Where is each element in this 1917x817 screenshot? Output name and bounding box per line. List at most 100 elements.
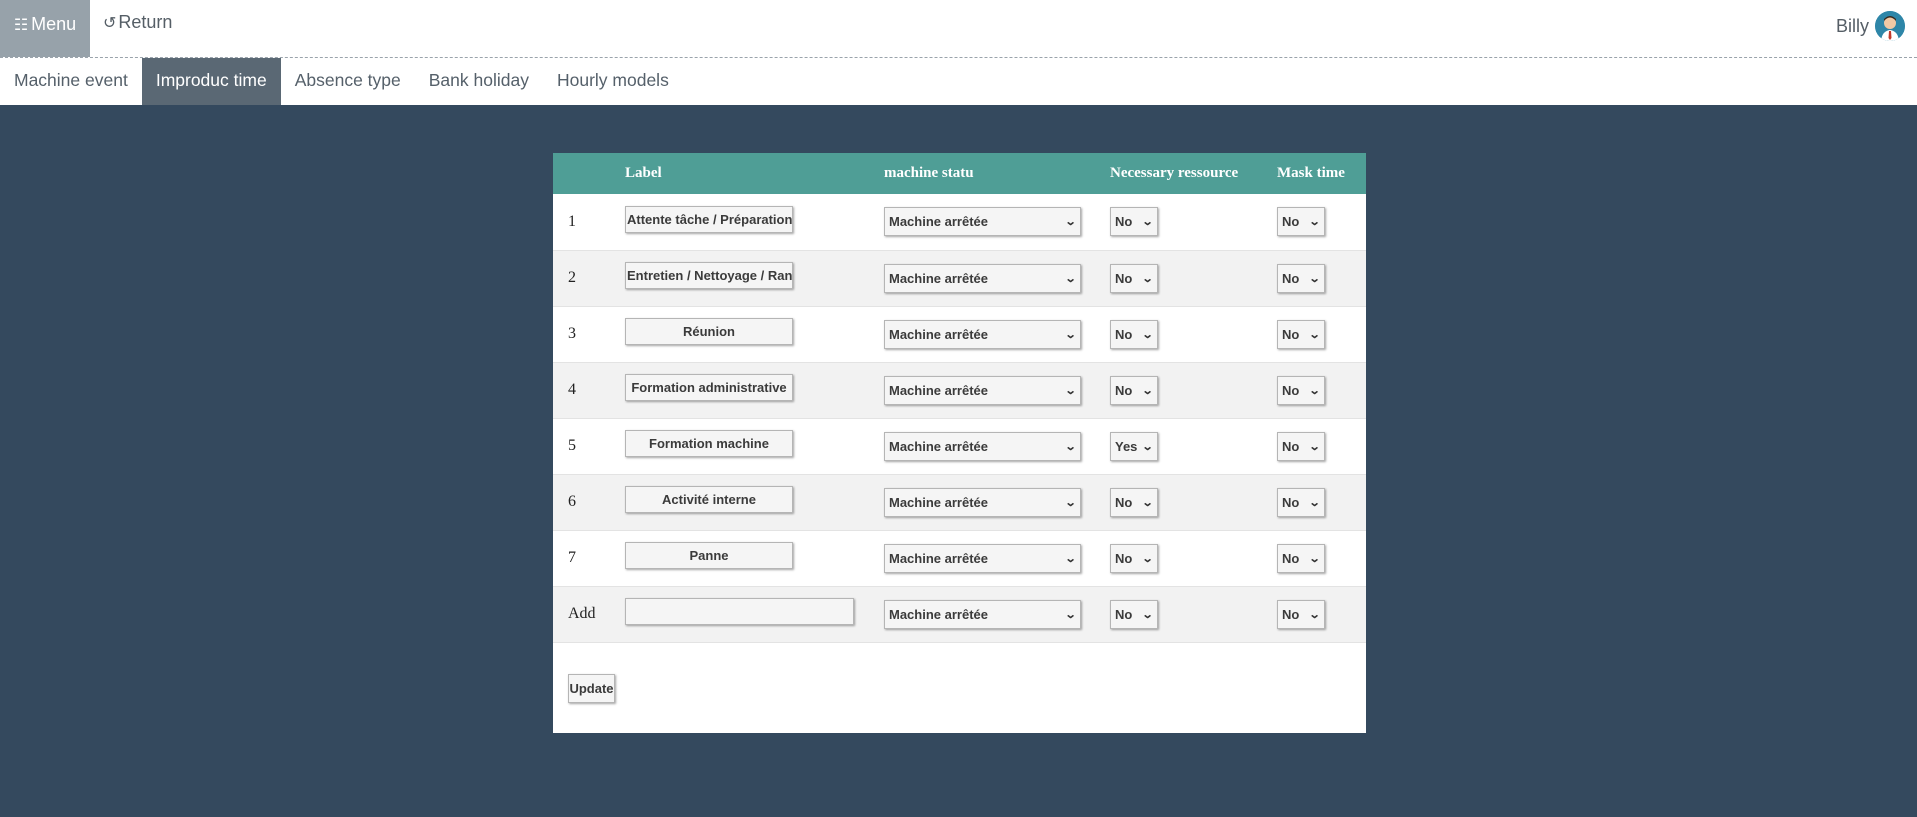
label-input[interactable]: Attente tâche / Préparation <box>625 205 793 233</box>
chevron-down-icon: ⌄ <box>1141 440 1154 453</box>
ressource-value: No <box>1115 494 1133 510</box>
table-row: 1 Attente tâche / Préparation Machine ar… <box>553 194 1366 250</box>
chevron-down-icon: ⌄ <box>1308 328 1321 341</box>
menu-button[interactable]: ☷ Menu <box>0 0 90 57</box>
ressource-value: No <box>1115 270 1133 286</box>
menu-label: Menu <box>31 14 77 34</box>
label-input[interactable]: Activité interne <box>625 486 793 513</box>
machine-status-select[interactable]: Machine arrêtée ⌄ <box>884 263 1081 293</box>
chevron-down-icon: ⌄ <box>1141 496 1154 509</box>
necessary-ressource-select[interactable]: No ⌄ <box>1110 375 1158 405</box>
mask-time-select[interactable]: No ⌄ <box>1277 263 1325 293</box>
machine-status-select[interactable]: Machine arrêtée ⌄ <box>884 543 1081 573</box>
chevron-down-icon: ⌄ <box>1141 552 1154 565</box>
row-number: 1 <box>568 212 576 230</box>
machine-status-select[interactable]: Machine arrêtée ⌄ <box>884 375 1081 405</box>
chevron-down-icon: ⌄ <box>1064 384 1077 397</box>
table-row: 3 Réunion Machine arrêtée ⌄ No ⌄ No ⌄ <box>553 306 1366 362</box>
tab-absence-type[interactable]: Absence type <box>281 58 415 105</box>
user-menu[interactable]: Billy <box>1836 10 1905 42</box>
ressource-value: Yes <box>1115 438 1138 454</box>
necessary-ressource-select[interactable]: No ⌄ <box>1110 487 1158 517</box>
chevron-down-icon: ⌄ <box>1308 272 1321 285</box>
label-input[interactable]: Entretien / Nettoyage / Rangement <box>625 262 793 289</box>
table-row: 4 Formation administrative Machine arrêt… <box>553 362 1366 418</box>
chevron-down-icon: ⌄ <box>1308 496 1321 509</box>
table-row: 7 Panne Machine arrêtée ⌄ No ⌄ No ⌄ <box>553 530 1366 586</box>
machine-status-value: Machine arrêtée <box>889 550 988 566</box>
mask-time-value: No <box>1282 438 1300 454</box>
necessary-ressource-select[interactable]: No ⌄ <box>1110 543 1158 573</box>
necessary-ressource-select[interactable]: No ⌄ <box>1110 263 1158 293</box>
machine-status-select[interactable]: Machine arrêtée ⌄ <box>884 431 1081 461</box>
label-input[interactable]: Formation administrative <box>625 374 793 401</box>
user-name: Billy <box>1835 15 1869 36</box>
update-button[interactable]: Update <box>568 674 615 703</box>
tab-bank-holiday[interactable]: Bank holiday <box>415 58 543 105</box>
tab-hourly-models[interactable]: Hourly models <box>543 58 683 105</box>
chevron-down-icon: ⌄ <box>1141 608 1154 621</box>
chevron-down-icon: ⌄ <box>1064 496 1077 509</box>
new-mask-time-select[interactable]: No ⌄ <box>1277 599 1325 629</box>
ressource-value: No <box>1115 606 1133 622</box>
new-necessary-ressource-select[interactable]: No ⌄ <box>1110 599 1158 629</box>
chevron-down-icon: ⌄ <box>1064 216 1077 229</box>
chevron-down-icon: ⌄ <box>1064 552 1077 565</box>
add-row-label: Add <box>568 605 596 622</box>
mask-time-select[interactable]: No ⌄ <box>1277 431 1325 461</box>
necessary-ressource-select[interactable]: Yes ⌄ <box>1110 431 1158 461</box>
row-number: 3 <box>568 325 576 342</box>
necessary-ressource-select[interactable]: No ⌄ <box>1110 207 1158 237</box>
return-button[interactable]: ↺ Return <box>103 0 172 44</box>
row-number: 2 <box>568 269 576 286</box>
tab-improduc-time[interactable]: Improduc time <box>141 58 281 105</box>
header-necessary-ressource: Necessary ressource <box>1110 165 1239 181</box>
table-row: 2 Entretien / Nettoyage / Rangement Mach… <box>553 250 1366 306</box>
mask-time-value: No <box>1282 382 1300 398</box>
label-input[interactable]: Panne <box>625 542 793 569</box>
table-row: 5 Formation machine Machine arrêtée ⌄ Yes… <box>553 418 1366 474</box>
chevron-down-icon: ⌄ <box>1308 216 1321 229</box>
chevron-down-icon: ⌄ <box>1141 216 1154 229</box>
row-number: 5 <box>568 437 576 454</box>
header-machine-status: machine statu <box>884 165 974 181</box>
new-machine-status-select[interactable]: Machine arrêtée ⌄ <box>884 599 1081 629</box>
machine-status-select[interactable]: Machine arrêtée ⌄ <box>884 207 1081 237</box>
add-row: Add Machine arrêtée ⌄ No ⌄ No ⌄ <box>553 586 1366 642</box>
machine-status-value: Machine arrêtée <box>889 270 988 286</box>
mask-time-select[interactable]: No ⌄ <box>1277 375 1325 405</box>
machine-status-value: Machine arrêtée <box>889 438 988 454</box>
ressource-value: No <box>1115 214 1133 230</box>
chevron-down-icon: ⌄ <box>1141 328 1154 341</box>
mask-time-select[interactable]: No ⌄ <box>1277 543 1325 573</box>
mask-time-value: No <box>1282 606 1300 622</box>
label-input[interactable]: Réunion <box>625 318 793 345</box>
machine-status-value: Machine arrêtée <box>889 606 988 622</box>
chevron-down-icon: ⌄ <box>1064 440 1077 453</box>
return-icon: ↺ <box>103 15 117 32</box>
improductive-time-panel: Label machine statu Necessary ressource … <box>553 153 1366 733</box>
return-label: Return <box>118 12 173 32</box>
mask-time-select[interactable]: No ⌄ <box>1277 319 1325 349</box>
necessary-ressource-select[interactable]: No ⌄ <box>1110 319 1158 349</box>
header-number <box>553 153 625 194</box>
chevron-down-icon: ⌄ <box>1141 272 1154 285</box>
mask-time-select[interactable]: No ⌄ <box>1277 487 1325 517</box>
improductive-time-table: Label machine statu Necessary ressource … <box>553 153 1366 643</box>
tab-machine-event[interactable]: Machine event <box>0 58 142 105</box>
label-input[interactable]: Formation machine <box>625 430 793 457</box>
ressource-value: No <box>1115 326 1133 342</box>
chevron-down-icon: ⌄ <box>1308 552 1321 565</box>
machine-status-select[interactable]: Machine arrêtée ⌄ <box>884 487 1081 517</box>
ressource-value: No <box>1115 550 1133 566</box>
table-header-row: Label machine statu Necessary ressource … <box>553 153 1366 194</box>
machine-status-value: Machine arrêtée <box>889 326 988 342</box>
table-row: 6 Activité interne Machine arrêtée ⌄ No ⌄ … <box>553 474 1366 530</box>
row-number: 6 <box>568 493 576 510</box>
mask-time-value: No <box>1282 494 1300 510</box>
new-label-input[interactable] <box>625 598 854 625</box>
avatar <box>1875 11 1905 41</box>
machine-status-select[interactable]: Machine arrêtée ⌄ <box>884 319 1081 349</box>
mask-time-value: No <box>1282 270 1300 286</box>
mask-time-select[interactable]: No ⌄ <box>1277 207 1325 237</box>
